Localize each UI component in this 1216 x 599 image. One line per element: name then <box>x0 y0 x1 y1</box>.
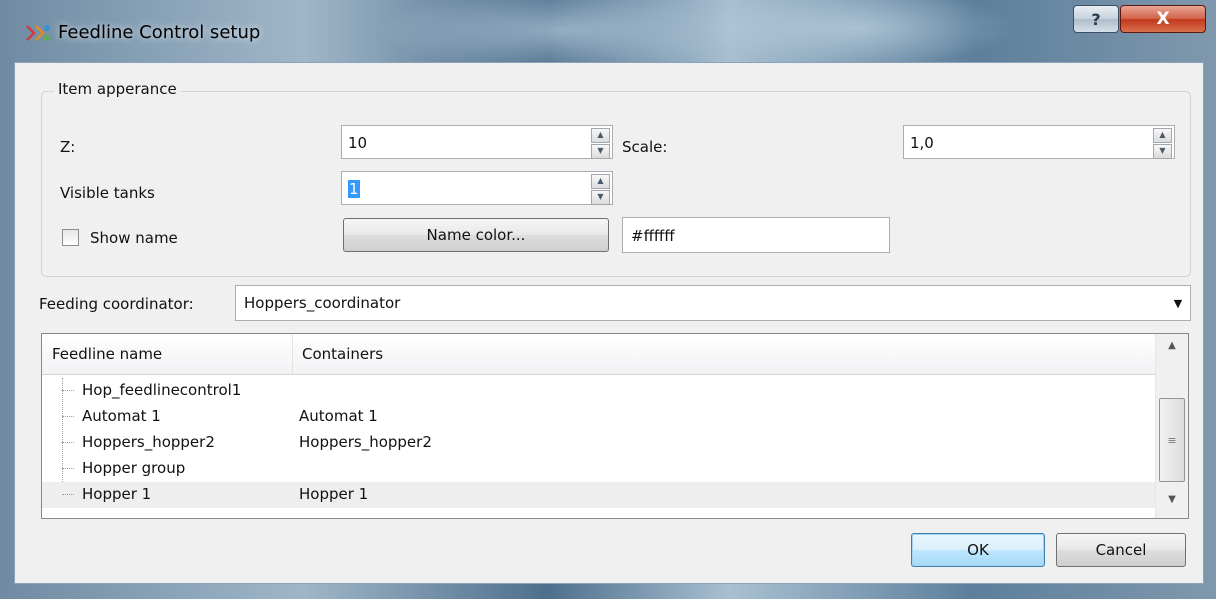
containers: Automat 1 <box>299 407 378 425</box>
help-icon: ? <box>1091 9 1101 29</box>
scroll-thumb[interactable]: ≡ <box>1159 398 1185 482</box>
tree-branch <box>62 416 74 417</box>
feeding-coordinator-label: Feeding coordinator: <box>39 295 194 313</box>
tree-row[interactable]: Automat 1 Automat 1 <box>42 404 1156 430</box>
visible-tanks-label: Visible tanks <box>60 184 155 202</box>
name-color-input[interactable]: #ffffff <box>622 217 890 253</box>
spin-down-icon[interactable]: ▼ <box>591 190 610 205</box>
name-color-button[interactable]: Name color... <box>343 218 609 252</box>
scale-value: 1,0 <box>910 134 934 152</box>
dialog-client-area: Item apperance Z: 10 ▲ ▼ Scale: 1,0 ▲ ▼ … <box>14 62 1204 584</box>
column-header-containers[interactable]: Containers <box>302 345 383 363</box>
tree-branch <box>62 390 74 391</box>
scale-label: Scale: <box>622 138 668 156</box>
item-appearance-group: Item apperance Z: 10 ▲ ▼ Scale: 1,0 ▲ ▼ … <box>41 80 1191 277</box>
containers: Hoppers_hopper2 <box>299 433 432 451</box>
close-button[interactable]: X <box>1120 5 1206 33</box>
dropdown-arrow-icon[interactable]: ▼ <box>1168 288 1188 318</box>
spin-down-icon[interactable]: ▼ <box>591 144 610 159</box>
show-name-label: Show name <box>90 229 178 247</box>
feedline-name: Hoppers_hopper2 <box>82 433 215 451</box>
window-title: Feedline Control setup <box>58 22 261 43</box>
feeding-coordinator-combobox[interactable]: Hoppers_coordinator ▼ <box>235 285 1191 321</box>
tree-vertical-scrollbar[interactable]: ▲ ≡ ▼ <box>1155 334 1188 518</box>
app-icon <box>26 25 50 41</box>
spin-up-icon[interactable]: ▲ <box>591 128 610 143</box>
tree-branch <box>62 442 74 443</box>
cancel-button[interactable]: Cancel <box>1056 533 1186 567</box>
containers: Hopper 1 <box>299 485 369 503</box>
spin-up-icon[interactable]: ▲ <box>1153 128 1172 143</box>
title-bar: Feedline Control setup ? X <box>0 0 1216 62</box>
name-color-value: #ffffff <box>631 227 675 245</box>
group-title: Item apperance <box>54 80 181 98</box>
z-spinbox[interactable]: 10 ▲ ▼ <box>341 125 613 159</box>
tree-branch <box>62 468 74 469</box>
tree-row[interactable]: Hop_feedlinecontrol1 <box>42 378 1156 404</box>
tree-header: Feedline name Containers <box>42 334 1156 375</box>
feeding-coordinator-value: Hoppers_coordinator <box>244 294 401 312</box>
show-name-checkbox[interactable] <box>62 229 79 246</box>
tree-row[interactable]: Hopper group <box>42 456 1156 482</box>
ok-button-label: OK <box>967 541 989 559</box>
ok-button[interactable]: OK <box>911 533 1045 567</box>
column-divider[interactable] <box>292 334 293 374</box>
tree-row-selected[interactable]: Hopper 1 Hopper 1 <box>42 482 1156 508</box>
feedline-name: Automat 1 <box>82 407 161 425</box>
scale-spin-arrows[interactable]: ▲ ▼ <box>1153 128 1172 159</box>
tree-branch <box>62 494 74 495</box>
spin-down-icon[interactable]: ▼ <box>1153 144 1172 159</box>
column-header-feedline-name[interactable]: Feedline name <box>52 345 162 363</box>
scroll-down-icon[interactable]: ▼ <box>1156 494 1188 516</box>
feedline-tree[interactable]: Feedline name Containers Hop_feedlinecon… <box>41 333 1189 519</box>
z-label: Z: <box>60 138 76 156</box>
visible-tanks-spinbox[interactable]: 1 ▲ ▼ <box>341 171 613 205</box>
z-value: 10 <box>348 134 368 152</box>
tree-row[interactable]: Hoppers_hopper2 Hoppers_hopper2 <box>42 430 1156 456</box>
feedline-name: Hop_feedlinecontrol1 <box>82 381 242 399</box>
visible-tanks-value: 1 <box>348 180 360 198</box>
close-icon: X <box>1156 9 1170 29</box>
spin-up-icon[interactable]: ▲ <box>591 174 610 189</box>
feedline-name: Hopper 1 <box>82 485 152 503</box>
visible-tanks-spin-arrows[interactable]: ▲ ▼ <box>591 174 610 205</box>
help-button[interactable]: ? <box>1073 5 1119 33</box>
scroll-grip-icon: ≡ <box>1167 433 1177 447</box>
scale-spinbox[interactable]: 1,0 ▲ ▼ <box>903 125 1175 159</box>
scroll-up-icon[interactable]: ▲ <box>1156 340 1188 362</box>
z-spin-arrows[interactable]: ▲ ▼ <box>591 128 610 159</box>
cancel-button-label: Cancel <box>1095 541 1147 559</box>
name-color-button-label: Name color... <box>426 226 526 244</box>
feedline-name: Hopper group <box>82 459 186 477</box>
